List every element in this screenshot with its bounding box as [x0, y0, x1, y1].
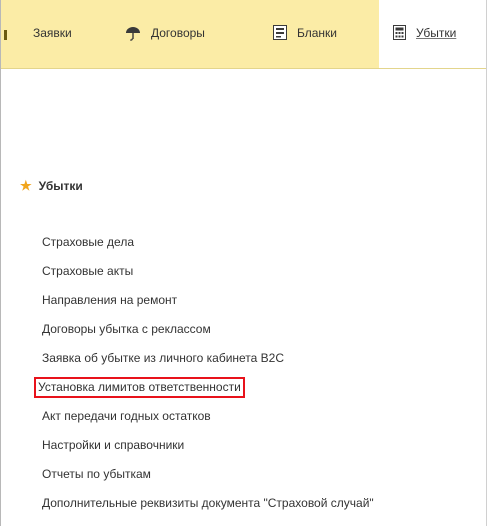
- tab-losses[interactable]: Убытки: [379, 0, 486, 68]
- section-heading: ★ Убытки: [20, 176, 83, 196]
- menu-item-liability-limits[interactable]: Установка лимитов ответственности: [34, 377, 376, 408]
- menu-item-insurance-acts[interactable]: Страховые акты: [40, 263, 376, 292]
- menu-item-salvage-transfer[interactable]: Акт передачи годных остатков: [40, 408, 376, 437]
- tab-applications[interactable]: Заявки: [33, 0, 72, 68]
- tab-forms[interactable]: Бланки: [273, 0, 337, 68]
- calculator-icon: [393, 25, 406, 43]
- menu-item-settings[interactable]: Настройки и справочники: [40, 437, 376, 466]
- window-left-border: [0, 0, 1, 526]
- star-icon[interactable]: ★: [20, 178, 32, 194]
- menu-item-label: Отчеты по убыткам: [42, 467, 151, 481]
- section-heading-label: Убытки: [38, 179, 83, 193]
- menu-item-repair-referrals[interactable]: Направления на ремонт: [40, 292, 376, 321]
- menu-item-label: Страховые акты: [42, 264, 134, 278]
- menu-item-label: Акт передачи годных остатков: [42, 409, 211, 423]
- menu-item-label-highlighted: Установка лимитов ответственности: [34, 377, 245, 398]
- window-right-border: [486, 0, 487, 526]
- losses-menu-list: Страховые дела Страховые акты Направлени…: [34, 234, 376, 524]
- right-margin: [486, 0, 504, 526]
- menu-item-label: Договоры убытка с реклассом: [42, 322, 211, 336]
- menu-item-label: Страховые дела: [42, 235, 135, 249]
- menu-item-label: Направления на ремонт: [42, 293, 178, 307]
- form-icon: [273, 25, 287, 43]
- menu-item-label: Настройки и справочники: [42, 438, 185, 452]
- menu-item-label: Дополнительные реквизиты документа "Стра…: [42, 496, 374, 510]
- menu-item-b2c-claim[interactable]: Заявка об убытке из личного кабинета B2C: [40, 350, 376, 379]
- section-tab-bar: Заявки Договоры Бланки Убытки: [1, 0, 486, 69]
- menu-item-extra-attributes[interactable]: Дополнительные реквизиты документа "Стра…: [40, 495, 376, 524]
- menu-item-reclass-contracts[interactable]: Договоры убытка с реклассом: [40, 321, 376, 350]
- tab-applications-label: Заявки: [33, 26, 72, 40]
- tab-bar-edge-marker: [4, 30, 7, 40]
- umbrella-icon: [125, 25, 141, 44]
- tab-forms-label: Бланки: [297, 26, 337, 40]
- tab-losses-label: Убытки: [416, 26, 457, 40]
- menu-item-loss-reports[interactable]: Отчеты по убыткам: [40, 466, 376, 495]
- menu-item-insurance-cases[interactable]: Страховые дела: [40, 234, 376, 263]
- tab-contracts-label: Договоры: [151, 26, 205, 40]
- tab-contracts[interactable]: Договоры: [125, 0, 205, 68]
- menu-item-label: Заявка об убытке из личного кабинета B2C: [42, 351, 285, 365]
